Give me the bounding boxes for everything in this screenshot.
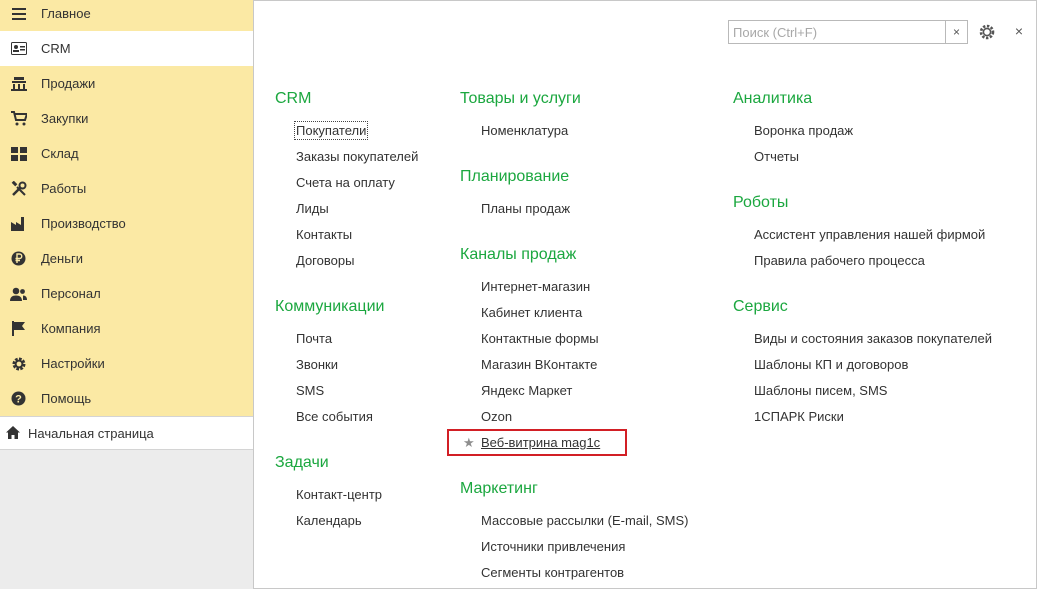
link-contracts[interactable]: Договоры bbox=[296, 253, 354, 268]
tools-icon bbox=[10, 180, 27, 197]
link-calendar[interactable]: Календарь bbox=[296, 513, 362, 528]
link-sms[interactable]: SMS bbox=[296, 383, 324, 398]
home-icon bbox=[6, 426, 20, 440]
menu-icon bbox=[10, 5, 27, 22]
link-email-sms-templates[interactable]: Шаблоны писем, SMS bbox=[754, 383, 887, 398]
link-ozon[interactable]: Ozon bbox=[481, 409, 512, 424]
sidebar-item-label: Производство bbox=[41, 216, 126, 231]
ruble-icon bbox=[10, 250, 27, 267]
link-sales-funnel[interactable]: Воронка продаж bbox=[754, 123, 853, 138]
help-icon: ? bbox=[10, 390, 27, 407]
link-client-cabinet[interactable]: Кабинет клиента bbox=[481, 305, 582, 320]
sidebar-item-purchases[interactable]: Закупки bbox=[0, 101, 253, 136]
search-box: × bbox=[728, 20, 968, 44]
sidebar-item-label: Продажи bbox=[41, 76, 96, 91]
section-title-tasks: Задачи bbox=[275, 454, 329, 471]
sidebar-item-company[interactable]: Компания bbox=[0, 311, 253, 346]
link-contacts[interactable]: Контакты bbox=[296, 227, 352, 242]
link-nomenclature[interactable]: Номенклатура bbox=[481, 123, 568, 138]
link-workflow-rules[interactable]: Правила рабочего процесса bbox=[754, 253, 925, 268]
section-title-crm: CRM bbox=[275, 90, 312, 107]
sidebar: Главное CRM Продажи Закупки Склад Работы bbox=[0, 0, 254, 589]
functions-panel: × × CRM Покупатели Заказы покупателей Сч… bbox=[254, 0, 1037, 589]
cart-icon bbox=[10, 110, 27, 127]
link-contact-center[interactable]: Контакт-центр bbox=[296, 487, 382, 502]
sidebar-item-label: Закупки bbox=[41, 111, 89, 126]
link-mass-mailings[interactable]: Массовые рассылки (E-mail, SMS) bbox=[481, 513, 689, 528]
link-reports[interactable]: Отчеты bbox=[754, 149, 799, 164]
people-icon bbox=[10, 285, 27, 302]
link-all-events[interactable]: Все события bbox=[296, 409, 373, 424]
sidebar-item-label: Помощь bbox=[41, 391, 92, 406]
link-web-showcase-mag1c[interactable]: Веб-витрина mag1c bbox=[481, 435, 600, 450]
close-button[interactable]: × bbox=[1012, 24, 1026, 38]
link-online-store[interactable]: Интернет-магазин bbox=[481, 279, 590, 294]
gear-icon bbox=[10, 355, 27, 372]
link-management-assistant[interactable]: Ассистент управления нашей фирмой bbox=[754, 227, 985, 242]
sidebar-item-label: Настройки bbox=[41, 356, 105, 371]
flag-icon bbox=[10, 320, 27, 337]
sidebar-item-production[interactable]: Производство bbox=[0, 206, 253, 241]
sidebar-item-home[interactable]: Начальная страница bbox=[0, 416, 253, 450]
contact-card-icon bbox=[10, 40, 27, 57]
sidebar-item-label: Работы bbox=[41, 181, 87, 196]
search-input[interactable] bbox=[731, 22, 947, 42]
sidebar-item-money[interactable]: Деньги bbox=[0, 241, 253, 276]
sidebar-item-label: Главное bbox=[41, 6, 91, 21]
sidebar-item-help[interactable]: ? Помощь bbox=[0, 381, 253, 416]
sidebar-item-settings[interactable]: Настройки bbox=[0, 346, 253, 381]
sidebar-item-label: CRM bbox=[41, 41, 71, 56]
link-vk-store[interactable]: Магазин ВКонтакте bbox=[481, 357, 597, 372]
sidebar-item-main[interactable]: Главное bbox=[0, 0, 253, 31]
link-buyers[interactable]: Покупатели bbox=[293, 121, 369, 140]
sidebar-item-works[interactable]: Работы bbox=[0, 171, 253, 206]
section-title-communications: Коммуникации bbox=[275, 298, 385, 315]
sidebar-item-sales[interactable]: Продажи bbox=[0, 66, 253, 101]
sidebar-item-label: Компания bbox=[41, 321, 101, 336]
cash-register-icon bbox=[10, 75, 27, 92]
link-invoices[interactable]: Счета на оплату bbox=[296, 175, 395, 190]
clear-search-button[interactable]: × bbox=[945, 21, 967, 43]
link-yandex-market[interactable]: Яндекс Маркет bbox=[481, 383, 572, 398]
sidebar-item-label: Деньги bbox=[41, 251, 83, 266]
sidebar-item-label: Склад bbox=[41, 146, 79, 161]
section-title-sales-channels: Каналы продаж bbox=[460, 246, 577, 263]
favorite-star-icon[interactable]: ★ bbox=[463, 435, 475, 451]
warehouse-icon bbox=[10, 145, 27, 162]
link-spark-risks[interactable]: 1СПАРК Риски bbox=[754, 409, 844, 424]
factory-icon bbox=[10, 215, 27, 232]
link-mail[interactable]: Почта bbox=[296, 331, 332, 346]
sidebar-item-warehouse[interactable]: Склад bbox=[0, 136, 253, 171]
section-title-marketing: Маркетинг bbox=[460, 480, 538, 497]
link-calls[interactable]: Звонки bbox=[296, 357, 338, 372]
link-acquisition-sources[interactable]: Источники привлечения bbox=[481, 539, 625, 554]
section-title-planning: Планирование bbox=[460, 168, 570, 185]
panel-settings-gear-icon[interactable] bbox=[978, 23, 996, 41]
sidebar-item-label: Начальная страница bbox=[28, 426, 154, 441]
sidebar-item-personnel[interactable]: Персонал bbox=[0, 276, 253, 311]
sidebar-item-label: Персонал bbox=[41, 286, 101, 301]
link-customer-orders[interactable]: Заказы покупателей bbox=[296, 149, 418, 164]
section-title-robots: Роботы bbox=[733, 194, 789, 211]
link-sales-plans[interactable]: Планы продаж bbox=[481, 201, 570, 216]
link-contractor-segments[interactable]: Сегменты контрагентов bbox=[481, 565, 624, 580]
section-title-goods: Товары и услуги bbox=[460, 90, 581, 107]
svg-text:?: ? bbox=[15, 394, 22, 406]
section-title-analytics: Аналитика bbox=[733, 90, 813, 107]
link-leads[interactable]: Лиды bbox=[296, 201, 329, 216]
link-order-states[interactable]: Виды и состояния заказов покупателей bbox=[754, 331, 992, 346]
section-title-service: Сервис bbox=[733, 298, 788, 315]
link-kp-templates[interactable]: Шаблоны КП и договоров bbox=[754, 357, 908, 372]
sidebar-item-crm[interactable]: CRM bbox=[0, 31, 253, 66]
link-contact-forms[interactable]: Контактные формы bbox=[481, 331, 599, 346]
